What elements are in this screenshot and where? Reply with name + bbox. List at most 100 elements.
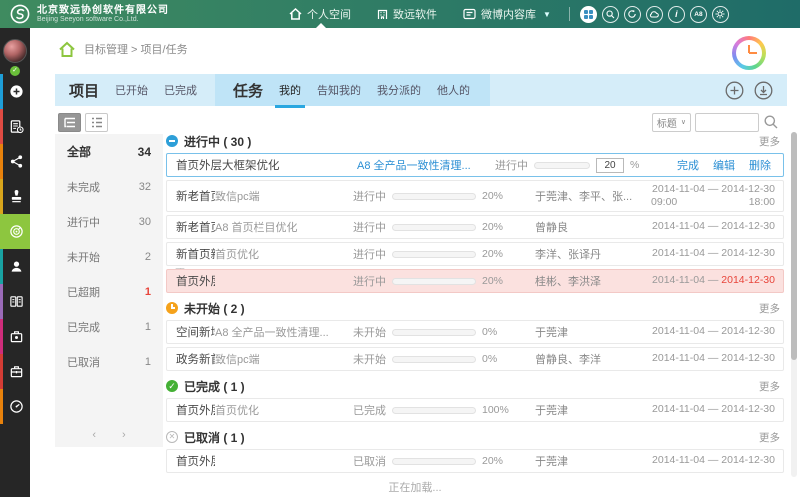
scrollbar-thumb[interactable] [791, 132, 797, 360]
view-tree-button[interactable] [58, 113, 81, 132]
more-link[interactable]: 更多 [759, 134, 784, 149]
nav-seeyon-software[interactable]: 致远软件 [377, 0, 437, 28]
view-list-button[interactable] [85, 113, 108, 132]
task-title[interactable]: 首页外层大框架优化 [167, 402, 215, 418]
task-row[interactable]: 首页外层大框架优化 已取消 20% 于莞津 2014-11-04 — 2014-… [166, 449, 784, 473]
project-tab-group: 项目 已开始 已完成 [55, 80, 215, 101]
task-dates: 2014-11-04 — 2014-12-30 [635, 454, 783, 467]
tab-project-started[interactable]: 已开始 [115, 82, 148, 98]
task-row[interactable]: 首页外层大框架优化 A8 全产品一致性清理... 进行中 % 完成 编辑 删除 [166, 153, 784, 177]
briefcase-icon [9, 364, 24, 379]
rail-item-schedule[interactable] [0, 109, 30, 144]
task-row-overdue[interactable]: 首页外层大框架优化 进行中 20% 桂彬、李洪泽 2014-11-04 — 20… [166, 269, 784, 293]
task-row[interactable]: 新老首页大背景图上传 A8 首页栏目优化 进行中 20% 曾静良 2014-11… [166, 215, 784, 239]
task-title[interactable]: 空间新增布局 [167, 324, 215, 340]
tab-task-assigned-by-me[interactable]: 我分派的 [377, 82, 421, 98]
not-started-icon [166, 302, 178, 314]
filter-field-select[interactable]: 标题 ∨ [652, 113, 691, 132]
percent-label: 20% [482, 275, 503, 287]
toolbar-row: 标题 ∨ [55, 110, 787, 134]
rail-item-badge[interactable] [0, 319, 30, 354]
completed-icon: ✓ [166, 380, 178, 392]
task-dates: 2014-11-04 — 2014-12-30 [635, 325, 783, 338]
task-assignees: 于莞津、李平、张... [535, 188, 635, 204]
task-assignees: 曾静良、李洋 [535, 351, 635, 367]
stat-all[interactable]: 全部 34 [55, 134, 163, 169]
rail-item-briefcase[interactable] [0, 354, 30, 389]
stat-in-progress[interactable]: 进行中 30 [55, 204, 163, 239]
progress-bar [534, 162, 590, 169]
a8-icon[interactable]: A8 [690, 6, 707, 23]
task-row[interactable]: 政务新首页工作项 致信pc端 未开始 0% 曾静良、李洋 2014-11-04 … [166, 347, 784, 371]
task-project: 首页优化 [215, 246, 353, 262]
task-row[interactable]: 空间新增布局 A8 全产品一致性清理... 未开始 0% 于莞津 2014-11… [166, 320, 784, 344]
task-title[interactable]: 首页外层大框架优化 [167, 453, 215, 469]
pager-next[interactable]: › [122, 429, 126, 441]
tab-task-mine[interactable]: 我的 [279, 82, 301, 98]
stat-completed[interactable]: 已完成 1 [55, 309, 163, 344]
nav-personal-space[interactable]: 个人空间 [289, 0, 351, 28]
apps-icon[interactable] [580, 6, 597, 23]
cloud-icon[interactable] [646, 6, 663, 23]
rail-item-contacts[interactable] [0, 249, 30, 284]
stat-unfinished[interactable]: 未完成 32 [55, 169, 163, 204]
tab-task[interactable]: 任务 [233, 80, 263, 101]
tab-task-others[interactable]: 他人的 [437, 82, 470, 98]
group-title: 进行中 ( 30 ) [184, 133, 251, 150]
info-icon[interactable]: i [668, 6, 685, 23]
home-breadcrumb-icon[interactable] [58, 41, 76, 58]
clock-widget[interactable] [732, 36, 766, 70]
task-title[interactable]: 首页外层大框架优化 [167, 273, 215, 289]
task-row[interactable]: 新首页新增栏目细分 首页优化 进行中 20% 李洋、张译丹 2014-11-04… [166, 242, 784, 266]
task-title[interactable]: 新老首页大背景图上传 [167, 219, 215, 235]
search-input[interactable] [695, 113, 759, 132]
add-task-icon[interactable] [725, 81, 744, 100]
stat-unfinished-value: 32 [139, 181, 151, 193]
more-link[interactable]: 更多 [759, 301, 784, 316]
rail-item-dashboard[interactable] [0, 389, 30, 424]
stat-not-started[interactable]: 未开始 2 [55, 239, 163, 274]
more-link[interactable]: 更多 [759, 430, 784, 445]
delete-action[interactable]: 删除 [749, 157, 771, 173]
stat-cancelled[interactable]: 已取消 1 [55, 344, 163, 379]
tab-task-informed[interactable]: 告知我的 [317, 82, 361, 98]
rail-item-share[interactable] [0, 144, 30, 179]
task-title[interactable]: 新首页新增栏目细分 [167, 246, 215, 262]
task-project-link[interactable]: A8 全产品一致性清理... [357, 157, 495, 173]
task-title[interactable]: 新老首页并存功能（确认新老框架切换的方式） [167, 188, 215, 204]
user-avatar[interactable]: ✓ [0, 28, 30, 74]
rail-item-target-management[interactable] [0, 214, 30, 249]
pager-prev[interactable]: ‹ [92, 429, 96, 441]
group-title: 未开始 ( 2 ) [184, 300, 245, 317]
task-title[interactable]: 首页外层大框架优化 [167, 157, 357, 173]
task-status-cell: 进行中 20% [353, 219, 535, 235]
search-icon[interactable] [602, 6, 619, 23]
task-row[interactable]: 新老首页并存功能（确认新老框架切换的方式） 致信pc端 进行中 20% 于莞津、… [166, 180, 784, 212]
rail-item-create[interactable] [0, 74, 30, 109]
tab-project[interactable]: 项目 [69, 80, 99, 101]
nav-weibo-library[interactable]: 微博内容库 ▼ [463, 0, 551, 28]
group-title: 已完成 ( 1 ) [184, 378, 245, 395]
stat-completed-value: 1 [145, 321, 151, 333]
task-project: 首页优化 [215, 402, 353, 418]
tab-project-finished[interactable]: 已完成 [164, 82, 197, 98]
percent-label: 20% [482, 221, 503, 233]
rail-item-notebook[interactable] [0, 284, 30, 319]
sync-icon[interactable] [624, 6, 641, 23]
percent-input[interactable] [596, 158, 624, 173]
more-link[interactable]: 更多 [759, 379, 784, 394]
download-icon[interactable] [754, 81, 773, 100]
task-row[interactable]: 首页外层大框架优化 首页优化 已完成 100% 于莞津 2014-11-04 —… [166, 398, 784, 422]
task-title[interactable]: 政务新首页工作项 [167, 351, 215, 367]
plus-circle-icon [9, 84, 24, 99]
rail-item-stamp[interactable] [0, 179, 30, 214]
scrollbar-track[interactable] [791, 132, 797, 477]
task-status-cell: 未开始 0% [353, 324, 535, 340]
stat-overdue[interactable]: 已超期 1 [55, 274, 163, 309]
search-magnifier-icon[interactable] [763, 114, 779, 130]
complete-action[interactable]: 完成 [677, 157, 699, 173]
search-tools: 标题 ∨ [652, 113, 787, 132]
chevron-down-icon[interactable]: ▼ [543, 10, 551, 19]
edit-action[interactable]: 编辑 [713, 157, 735, 173]
settings-gear-icon[interactable] [712, 6, 729, 23]
